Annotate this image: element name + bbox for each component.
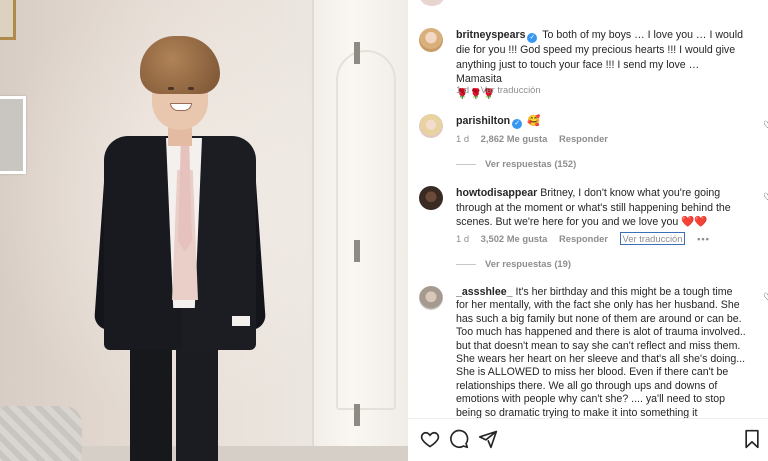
red-heart-emoji: ❤️❤️ bbox=[681, 216, 708, 229]
avatar[interactable] bbox=[419, 186, 443, 210]
comment-body: parishilton ✓ 🥰 bbox=[456, 114, 746, 129]
view-replies-label: Ver respuestas (152) bbox=[485, 158, 577, 169]
avatar[interactable] bbox=[419, 114, 443, 138]
smiling-face-emoji: 🥰 bbox=[527, 115, 541, 127]
comment-text: It's her birthday and this might be a to… bbox=[456, 286, 746, 418]
bookmark-icon[interactable] bbox=[742, 429, 762, 449]
replies-divider bbox=[456, 164, 476, 166]
like-count[interactable]: 3,502 Me gusta bbox=[481, 233, 548, 244]
comment-meta: 1 d 3,502 Me gusta Responder Ver traducc… bbox=[456, 232, 719, 245]
comment-time[interactable]: 1 d bbox=[456, 84, 469, 95]
paper-plane-icon[interactable] bbox=[478, 429, 498, 449]
comment-like-icon[interactable]: ♡ bbox=[763, 292, 768, 303]
view-replies-button[interactable]: Ver respuestas (152) bbox=[456, 158, 576, 169]
avatar[interactable] bbox=[419, 286, 443, 310]
comment-username[interactable]: _assshlee_ bbox=[456, 286, 513, 298]
door-hinge bbox=[354, 404, 360, 426]
person-leg bbox=[176, 344, 218, 461]
person-eye bbox=[188, 87, 194, 90]
like-count[interactable]: 2,862 Me gusta bbox=[481, 133, 548, 144]
see-translation-link[interactable]: Ver traducción bbox=[619, 232, 686, 245]
reply-button[interactable]: Responder bbox=[559, 133, 608, 144]
door-hinge bbox=[354, 240, 360, 262]
comments-panel: britneyspears ✓ To both of my boys … I lo… bbox=[408, 0, 768, 461]
verified-badge-icon: ✓ bbox=[512, 119, 523, 129]
replies-divider bbox=[456, 264, 476, 266]
comment-like-icon[interactable]: ♡ bbox=[763, 120, 768, 131]
see-translation-link[interactable]: Ver traducción bbox=[481, 84, 541, 95]
comment-time[interactable]: 1 d bbox=[456, 233, 469, 244]
comment-like-icon[interactable]: ♡ bbox=[763, 192, 768, 203]
comment-username[interactable]: britneyspears bbox=[456, 29, 525, 41]
verified-badge-icon: ✓ bbox=[527, 33, 538, 43]
more-options-icon[interactable]: ••• bbox=[697, 233, 710, 244]
avatar[interactable] bbox=[419, 28, 443, 52]
person-leg bbox=[130, 344, 172, 461]
heart-outline-icon[interactable] bbox=[420, 429, 440, 449]
door-panel bbox=[336, 50, 396, 410]
post-photo[interactable] bbox=[0, 0, 408, 461]
comment-username[interactable]: howtodisappear bbox=[456, 187, 537, 199]
view-replies-button[interactable]: Ver respuestas (19) bbox=[456, 258, 571, 269]
comment-username[interactable]: parishilton bbox=[456, 115, 510, 127]
comments-scroll-area[interactable]: britneyspears ✓ To both of my boys … I lo… bbox=[408, 0, 768, 418]
door-hinge bbox=[354, 42, 360, 64]
comment-body: howtodisappear Britney, I don't know wha… bbox=[456, 186, 746, 230]
couch-cushion bbox=[0, 406, 82, 461]
comment-meta: 1 d Ver traducción bbox=[456, 84, 550, 95]
avatar bbox=[420, 0, 444, 6]
view-replies-label: Ver respuestas (19) bbox=[485, 258, 571, 269]
person-cuff bbox=[232, 316, 250, 326]
comment-body: _assshlee_ It's her birthday and this mi… bbox=[456, 286, 746, 418]
comment-time[interactable]: 1 d bbox=[456, 133, 469, 144]
post-action-bar bbox=[408, 418, 768, 461]
comment-bubble-icon[interactable] bbox=[449, 429, 469, 449]
reply-button[interactable]: Responder bbox=[559, 233, 608, 244]
comment-meta: 1 d 2,862 Me gusta Responder bbox=[456, 133, 617, 144]
wall-picture bbox=[0, 96, 26, 174]
wall-frame bbox=[0, 0, 16, 40]
person-eye bbox=[168, 87, 174, 90]
